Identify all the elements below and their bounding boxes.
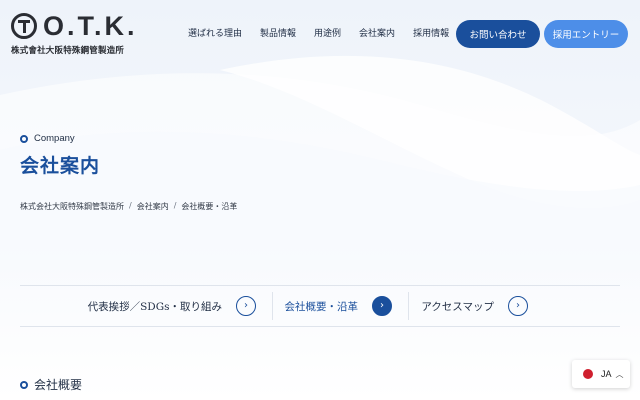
chevron-right-icon: › <box>372 296 392 316</box>
contact-button[interactable]: お問い合わせ <box>456 20 540 48</box>
chevron-right-icon: › <box>508 296 528 316</box>
section-title: 会社概要 <box>34 378 83 392</box>
ring-bullet-icon <box>20 134 28 143</box>
chevron-right-icon: › <box>236 296 256 316</box>
breadcrumb-current: 会社概要・沿革 <box>181 202 238 211</box>
tab-label: アクセスマップ <box>421 300 494 313</box>
eyebrow-label: Company <box>34 133 75 144</box>
nav-item-applications[interactable]: 用途例 <box>314 26 341 42</box>
company-logo[interactable]: O.T.K. 株式會社大阪特殊鋼管製造所 <box>11 11 141 57</box>
breadcrumb-separator: / <box>173 201 177 210</box>
section-heading: 会社概要 <box>20 376 82 393</box>
tab-label: 代表挨拶／SDGs・取り組み <box>87 300 222 313</box>
page-title: 会社案内 <box>20 155 101 177</box>
chevron-up-icon: ︿ <box>615 369 624 379</box>
ring-bullet-icon <box>20 380 28 389</box>
language-code: JA <box>601 369 612 379</box>
nav-item-recruit[interactable]: 採用情報 <box>413 26 449 42</box>
tab-access-map[interactable]: アクセスマップ › <box>408 286 528 326</box>
language-selector[interactable]: JA ︿ <box>572 360 630 388</box>
logo-mark-icon <box>11 13 37 39</box>
breadcrumb-separator: / <box>129 201 132 210</box>
japan-flag-icon <box>583 369 593 379</box>
site-header: O.T.K. 株式會社大阪特殊鋼管製造所 選ばれる理由 製品情報 用途例 会社案… <box>0 0 640 70</box>
breadcrumb: 株式会社大阪特殊鋼管製造所 / 会社案内 / 会社概要・沿革 <box>20 201 237 212</box>
eyebrow: Company <box>20 133 75 144</box>
logo-text: O.T.K. <box>43 11 138 41</box>
tab-overview-history[interactable]: 会社概要・沿革 › <box>272 286 392 326</box>
nav-item-products[interactable]: 製品情報 <box>260 26 296 42</box>
section-tabs: 代表挨拶／SDGs・取り組み › 会社概要・沿革 › アクセスマップ › <box>20 285 620 327</box>
nav-item-company[interactable]: 会社案内 <box>359 26 395 42</box>
tab-greeting-sdgs[interactable]: 代表挨拶／SDGs・取り組み › <box>20 286 256 326</box>
nav-item-reasons[interactable]: 選ばれる理由 <box>188 26 242 42</box>
breadcrumb-company[interactable]: 会社案内 <box>137 201 169 212</box>
breadcrumb-home[interactable]: 株式会社大阪特殊鋼管製造所 <box>20 201 124 212</box>
logo-subtitle: 株式會社大阪特殊鋼管製造所 <box>11 46 125 56</box>
recruit-entry-button[interactable]: 採用エントリー <box>544 20 628 48</box>
main-nav: 選ばれる理由 製品情報 用途例 会社案内 採用情報 <box>188 26 467 42</box>
tab-label: 会社概要・沿革 <box>284 300 359 313</box>
